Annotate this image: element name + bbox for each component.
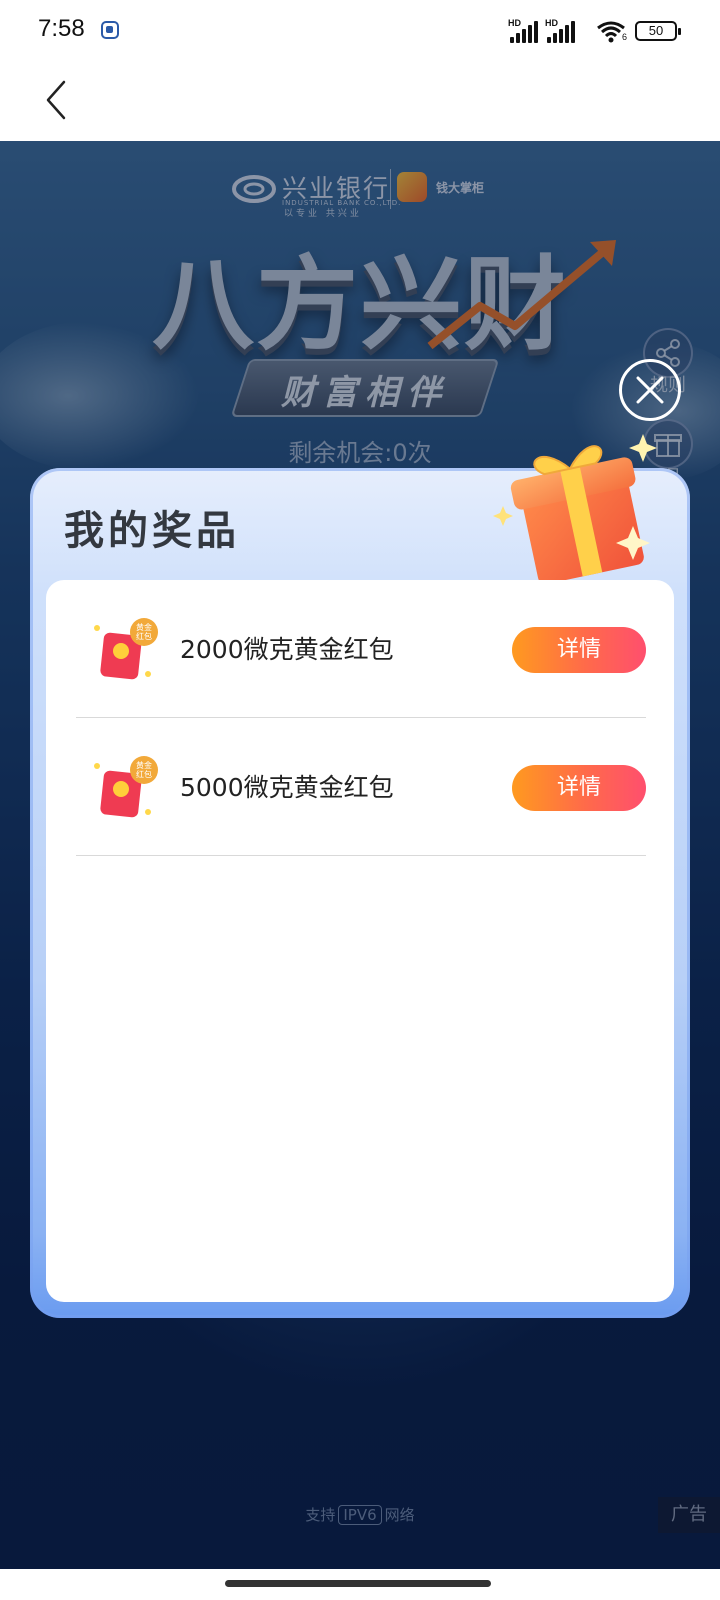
gold-red-packet-icon: 黄金 红包: [94, 756, 158, 818]
badge-text: 黄金: [136, 760, 152, 770]
home-indicator[interactable]: [225, 1580, 491, 1587]
bottom-bar: [0, 1569, 720, 1600]
prize-name: 5000微克黄金红包: [180, 773, 394, 802]
battery-level: 50: [648, 23, 664, 38]
prize-row: 黄金 红包 2000微克黄金红包 详情: [76, 580, 646, 718]
status-time: 7:58: [38, 15, 85, 42]
cell-signal-1-icon: HD: [508, 18, 540, 43]
badge-text: 红包: [136, 631, 152, 641]
status-bar: 7:58 HD HD 6 50: [0, 0, 720, 62]
gold-red-packet-icon: 黄金 红包: [94, 618, 158, 680]
signal-hd-label: HD: [508, 18, 521, 28]
badge-text: 红包: [136, 769, 152, 779]
signal-hd-label: HD: [545, 18, 558, 28]
detail-button[interactable]: 详情: [512, 765, 646, 811]
gift-box-icon: [493, 434, 657, 585]
prize-name: 2000微克黄金红包: [180, 635, 394, 664]
cell-signal-2-icon: HD: [545, 18, 577, 43]
chevron-left-icon: [46, 80, 66, 120]
close-icon: [636, 376, 664, 404]
wifi-sub-label: 6: [622, 32, 628, 42]
back-button[interactable]: [40, 78, 80, 122]
modal-title: 我的奖品: [64, 508, 240, 554]
my-prizes-modal: 我的奖品 黄金 红包 2000微克黄金红包 详情 黄金 红包 5000微克黄金红…: [30, 434, 690, 1318]
nav-bar: [0, 62, 720, 141]
prize-row: 黄金 红包 5000微克黄金红包 详情: [76, 718, 646, 856]
app-notification-icon: [101, 21, 119, 39]
close-button[interactable]: [619, 359, 681, 421]
prize-list: 黄金 红包 2000微克黄金红包 详情 黄金 红包 5000微克黄金红包 详情: [46, 580, 674, 1302]
detail-button[interactable]: 详情: [512, 627, 646, 673]
wifi-icon: 6: [596, 20, 628, 44]
battery-icon: 50: [635, 21, 681, 41]
badge-text: 黄金: [136, 622, 152, 632]
